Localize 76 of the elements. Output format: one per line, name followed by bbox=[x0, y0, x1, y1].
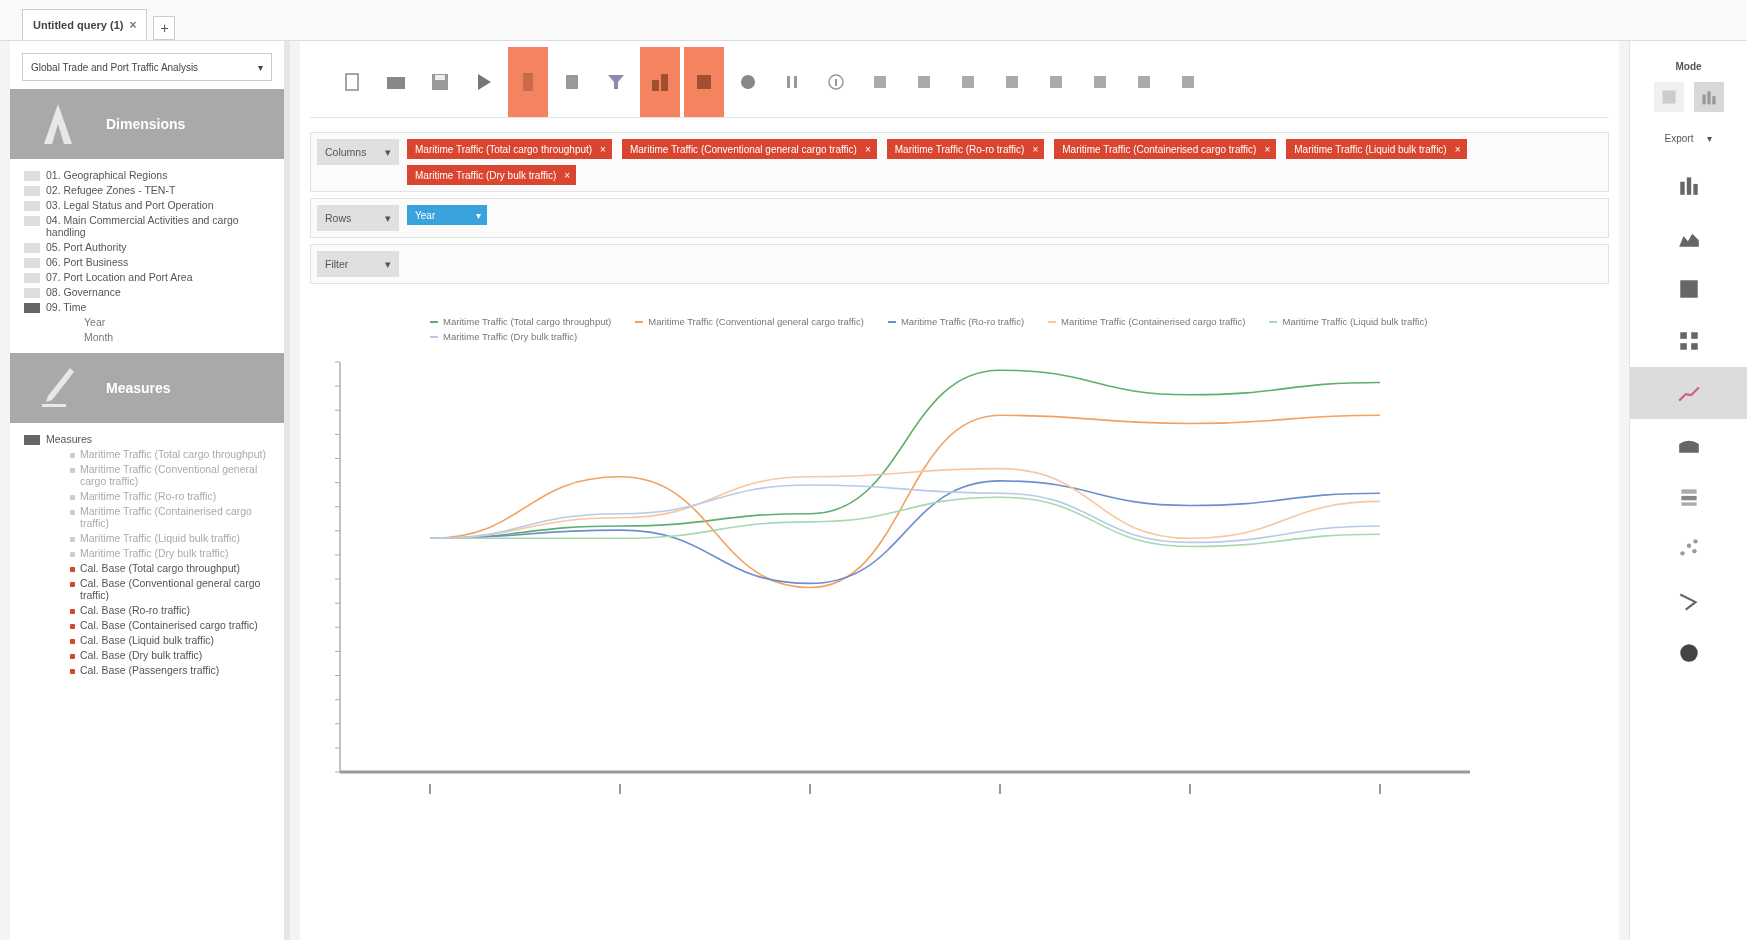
cube-select[interactable]: Global Trade and Port Traffic Analysis ▾ bbox=[22, 53, 272, 81]
legend-label[interactable]: Maritime Traffic (Total cargo throughput) bbox=[443, 316, 612, 327]
field-chip[interactable]: Maritime Traffic (Ro-ro traffic) × bbox=[886, 139, 1045, 159]
bullet-icon bbox=[70, 453, 75, 458]
measure-item[interactable]: Cal. Base (Containerised cargo traffic) bbox=[80, 619, 258, 631]
legend-label[interactable]: Maritime Traffic (Conventional general cargo traffic) bbox=[648, 316, 864, 327]
mode-button[interactable] bbox=[1693, 82, 1724, 112]
folder-icon bbox=[24, 288, 40, 298]
folder-icon bbox=[24, 216, 40, 226]
legend-label[interactable]: Maritime Traffic (Dry bulk traffic) bbox=[443, 331, 578, 342]
dimension-item[interactable]: 09. Time bbox=[24, 301, 276, 313]
folder-icon bbox=[24, 435, 40, 445]
pen-icon bbox=[40, 366, 76, 410]
field-chip[interactable]: Maritime Traffic (Total cargo throughput) × bbox=[407, 139, 612, 159]
legend-label[interactable]: Maritime Traffic (Liquid bulk traffic) bbox=[1282, 316, 1428, 327]
dimension-item[interactable]: 03. Legal Status and Port Operation bbox=[24, 199, 276, 211]
field-chip[interactable]: Maritime Traffic (Conventional general cargo traffic) × bbox=[621, 139, 877, 159]
dimension-item[interactable]: 02. Refugee Zones - TEN-T bbox=[24, 184, 276, 196]
folder-icon bbox=[24, 201, 40, 211]
bullet-icon bbox=[70, 510, 75, 515]
folder-icon bbox=[24, 171, 40, 181]
measure-item[interactable]: Cal. Base (Passengers traffic) bbox=[80, 664, 220, 676]
bullet-icon bbox=[70, 609, 75, 614]
folder-icon bbox=[24, 243, 40, 253]
section-title: Measures bbox=[106, 380, 171, 396]
bullet-icon bbox=[70, 582, 75, 587]
folder-icon bbox=[24, 273, 40, 283]
dimension-item[interactable]: 05. Port Authority bbox=[24, 241, 276, 253]
legend-label[interactable]: Maritime Traffic (Ro-ro traffic) bbox=[900, 316, 1025, 327]
dimension-item[interactable]: 06. Port Business bbox=[24, 256, 276, 268]
bullet-icon bbox=[70, 624, 75, 629]
measure-item[interactable]: Cal. Base (Dry bulk traffic) bbox=[80, 649, 203, 661]
bar-chart-icon bbox=[1699, 88, 1718, 106]
cube-name: Global Trade and Port Traffic Analysis bbox=[31, 61, 199, 73]
bullet-icon bbox=[70, 567, 75, 572]
dimension-item[interactable]: 08. Governance bbox=[24, 286, 276, 298]
folder-icon bbox=[24, 186, 40, 196]
caret-icon: ▾ bbox=[258, 61, 263, 73]
level-item[interactable]: Year bbox=[24, 316, 276, 328]
dimension-item[interactable]: 04. Main Commercial Activities and cargo handling bbox=[24, 214, 276, 238]
measure-item[interactable]: Cal. Base (Total cargo throughput) bbox=[80, 562, 240, 574]
field-chip[interactable]: Maritime Traffic (Liquid bulk traffic) × bbox=[1286, 139, 1467, 159]
toolbar-button[interactable] bbox=[684, 47, 724, 117]
bullet-icon bbox=[70, 654, 75, 659]
field-chip[interactable]: Maritime Traffic (Containerised cargo traffic) × bbox=[1054, 139, 1277, 159]
level-item[interactable]: Month bbox=[24, 331, 276, 343]
measure-item[interactable]: Cal. Base (Liquid bulk traffic) bbox=[80, 634, 215, 646]
close-icon[interactable]: × bbox=[129, 18, 137, 32]
toolbar-button[interactable] bbox=[640, 47, 680, 117]
legend-label[interactable]: Maritime Traffic (Containerised cargo traffic) bbox=[1061, 316, 1246, 327]
export-dropdown[interactable]: Export ▾ bbox=[1658, 132, 1719, 145]
bullet-icon bbox=[70, 537, 75, 542]
bullet-icon bbox=[70, 495, 75, 500]
table-icon bbox=[1659, 88, 1678, 106]
measure-item[interactable]: Cal. Base (Ro-ro traffic) bbox=[80, 604, 191, 616]
dimension-item[interactable]: 07. Port Location and Port Area bbox=[24, 271, 276, 283]
folder-icon bbox=[24, 303, 40, 313]
measure-item[interactable]: Cal. Base (Conventional general cargo traffic) bbox=[80, 577, 276, 601]
folder-label: Measures bbox=[46, 433, 93, 445]
mode-button[interactable] bbox=[1653, 82, 1684, 112]
axis-button[interactable]: Columns ▾ bbox=[317, 139, 399, 165]
axis-button[interactable]: Filter ▾ bbox=[317, 251, 399, 277]
bullet-icon bbox=[70, 552, 75, 557]
section-title: Dimensions bbox=[106, 116, 186, 132]
folder-icon bbox=[24, 258, 40, 268]
field-chip[interactable]: Maritime Traffic (Dry bulk traffic) × bbox=[407, 165, 577, 185]
bullet-icon bbox=[70, 468, 75, 473]
query-tab[interactable]: Untitled query (1) × bbox=[22, 9, 148, 40]
mode-label: Mode bbox=[1675, 61, 1702, 72]
info-icon bbox=[825, 71, 847, 93]
new-tab-button[interactable]: + bbox=[153, 16, 176, 40]
bar-chart-icon bbox=[649, 71, 671, 93]
bullet-icon bbox=[70, 669, 75, 674]
axis-button[interactable]: Rows ▾ bbox=[317, 205, 399, 231]
bullet-icon bbox=[70, 639, 75, 644]
dimension-item[interactable]: 01. Geographical Regions bbox=[24, 169, 276, 181]
